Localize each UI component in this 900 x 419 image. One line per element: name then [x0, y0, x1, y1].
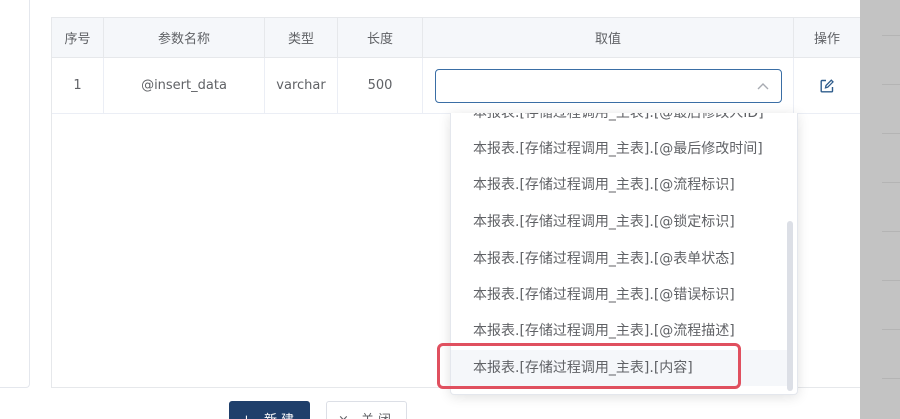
divider: [882, 182, 900, 183]
divider: [882, 133, 900, 134]
header-type: 类型: [265, 18, 338, 57]
row-value-cell: [423, 58, 794, 113]
dropdown-option[interactable]: 本报表.[存储过程调用_主表].[@最后修改人ID]: [451, 113, 791, 131]
divider: [882, 280, 900, 281]
divider: [882, 329, 900, 330]
chevron-up-icon[interactable]: [757, 80, 769, 92]
header-index: 序号: [52, 18, 104, 57]
dropdown-option[interactable]: 本报表.[存储过程调用_主表].[@错误标识]: [451, 277, 791, 313]
header-value: 取值: [423, 18, 794, 57]
close-button[interactable]: × 关闭: [326, 401, 407, 419]
dropdown-option[interactable]: 本报表.[存储过程调用_主表].[@锁定标识]: [451, 204, 791, 240]
new-button[interactable]: + 新建: [229, 401, 310, 419]
table-header: 序号 参数名称 类型 长度 取值 操作: [52, 18, 860, 58]
edit-icon[interactable]: [820, 78, 834, 93]
value-select[interactable]: [434, 68, 782, 103]
row-length: 500: [338, 58, 423, 113]
dropdown-scrollbar[interactable]: [787, 221, 793, 391]
row-type: varchar: [265, 58, 338, 113]
table-row: 1 @insert_data varchar 500: [52, 58, 860, 114]
divider: [882, 35, 900, 36]
value-dropdown: 本报表.[存储过程调用_主表].[@最后修改人ID] 本报表.[存储过程调用_主…: [450, 113, 798, 395]
dropdown-option[interactable]: 本报表.[存储过程调用_主表].[@流程标识]: [451, 167, 791, 203]
divider: [882, 84, 900, 85]
row-action-cell: [794, 58, 860, 113]
divider: [882, 378, 900, 379]
row-index: 1: [52, 58, 104, 113]
header-length: 长度: [338, 18, 423, 57]
dropdown-option[interactable]: 本报表.[存储过程调用_主表].[@流程描述]: [451, 313, 791, 349]
row-param-name: @insert_data: [104, 58, 265, 113]
header-param-name: 参数名称: [104, 18, 265, 57]
dropdown-option[interactable]: 本报表.[存储过程调用_主表].[@表单状态]: [451, 241, 791, 277]
header-action: 操作: [813, 32, 840, 47]
dropdown-option-selected[interactable]: 本报表.[存储过程调用_主表].[内容]: [451, 350, 791, 386]
left-panel-edge: [0, 0, 30, 388]
divider: [882, 231, 900, 232]
dropdown-option[interactable]: 本报表.[存储过程调用_主表].[@最后修改时间]: [451, 131, 791, 167]
background-page-edge: [860, 0, 900, 419]
